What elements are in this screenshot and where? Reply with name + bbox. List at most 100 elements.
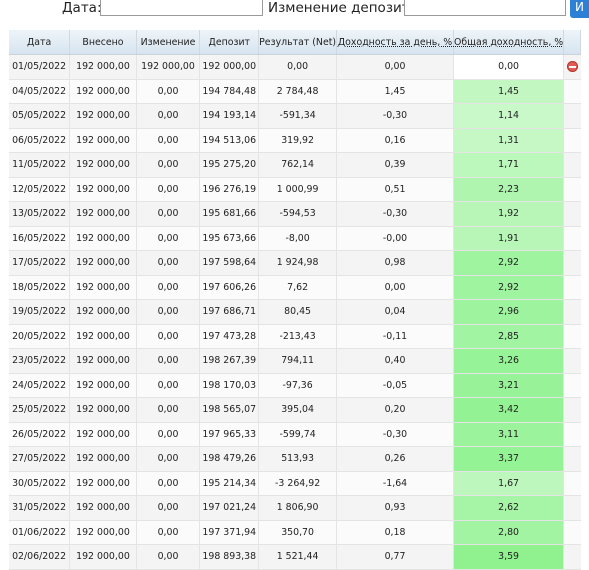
- daily-return-cell: 0,39: [336, 152, 454, 178]
- table-row: 25/05/2022 192 000,00 0,00 198 565,07 395,04…: [9, 397, 581, 423]
- col-header-change[interactable]: Изменение: [136, 30, 201, 55]
- deposit-cell: 197 473,28: [199, 324, 260, 349]
- deposited-cell: 192 000,00: [69, 250, 137, 276]
- table-row: 16/05/2022 192 000,00 0,00 195 673,66 -8,00-…: [9, 226, 581, 251]
- daily-return-cell: -1,64: [336, 471, 454, 496]
- date-cell: 31/05/2022: [9, 495, 71, 521]
- col-header-deposit[interactable]: Депозит: [199, 30, 260, 55]
- deposit-cell: 192 000,00: [199, 54, 260, 80]
- date-cell: 18/05/2022: [9, 275, 71, 300]
- row-actions-cell: [563, 373, 581, 398]
- date-cell: 01/05/2022: [9, 54, 71, 80]
- daily-return-cell: -0,30: [336, 422, 454, 447]
- deposit-cell: 195 214,34: [199, 471, 260, 496]
- col-header-daily-return[interactable]: Доходность за день, %: [336, 30, 454, 55]
- row-actions-cell: [563, 446, 581, 472]
- table-row: 20/05/2022 192 000,00 0,00 197 473,28 -213,4…: [9, 324, 581, 349]
- col-header-deposited[interactable]: Внесено: [69, 30, 137, 55]
- row-actions-cell: [563, 544, 581, 570]
- result-cell: 1 521,44: [258, 544, 338, 570]
- total-return-cell: 2,23: [453, 177, 565, 202]
- deposit-cell: 197 965,33: [199, 422, 260, 447]
- daily-return-cell: 0,16: [336, 128, 454, 153]
- total-return-header-label: Общая доходность, %: [453, 36, 564, 48]
- total-return-cell: 1,45: [453, 79, 565, 104]
- deposited-cell: 192 000,00: [69, 226, 137, 251]
- date-cell: 19/05/2022: [9, 299, 71, 325]
- result-cell: -599,74: [258, 422, 338, 447]
- table-row: 30/05/2022 192 000,00 0,00 195 214,34 -3 264…: [9, 471, 581, 496]
- deposit-cell: 194 193,14: [199, 103, 260, 129]
- col-header-total-return[interactable]: Общая доходность, %: [453, 30, 565, 55]
- deposit-cell: 197 371,94: [199, 520, 260, 545]
- result-cell: -3 264,92: [258, 471, 338, 496]
- total-return-cell: 2,92: [453, 275, 565, 300]
- deposited-cell: 192 000,00: [69, 471, 137, 496]
- row-actions-cell: [563, 520, 581, 545]
- change-cell: 0,00: [136, 103, 201, 129]
- daily-return-cell: 0,00: [336, 54, 454, 80]
- delete-icon[interactable]: [566, 61, 578, 73]
- deposit-change-input[interactable]: [404, 0, 566, 16]
- date-cell: 04/05/2022: [9, 79, 71, 104]
- date-cell: 05/05/2022: [9, 103, 71, 129]
- deposited-cell: 192 000,00: [69, 299, 137, 325]
- result-cell: -591,34: [258, 103, 338, 129]
- table-row: 31/05/2022 192 000,00 0,00 197 021,24 1 806,…: [9, 495, 581, 521]
- change-cell: 0,00: [136, 422, 201, 447]
- change-cell: 0,00: [136, 520, 201, 545]
- table-row: 23/05/2022 192 000,00 0,00 198 267,39 794,11…: [9, 348, 581, 374]
- deposited-cell: 192 000,00: [69, 324, 137, 349]
- daily-return-cell: 0,40: [336, 348, 454, 374]
- result-cell: 1 806,90: [258, 495, 338, 521]
- date-input[interactable]: [100, 0, 263, 16]
- deposited-cell: 192 000,00: [69, 79, 137, 104]
- change-cell: 0,00: [136, 299, 201, 325]
- date-cell: 25/05/2022: [9, 397, 71, 423]
- result-cell: -97,36: [258, 373, 338, 398]
- row-actions-cell: [563, 79, 581, 104]
- deposit-cell: 197 686,71: [199, 299, 260, 325]
- col-header-date[interactable]: Дата: [9, 30, 71, 55]
- deposit-cell: 195 275,20: [199, 152, 260, 178]
- change-cell: 0,00: [136, 373, 201, 398]
- change-cell: 0,00: [136, 471, 201, 496]
- deposited-cell: 192 000,00: [69, 495, 137, 521]
- daily-return-cell: 1,45: [336, 79, 454, 104]
- daily-return-cell: -0,30: [336, 103, 454, 129]
- total-return-cell: 3,11: [453, 422, 565, 447]
- total-return-cell: 1,67: [453, 471, 565, 496]
- deposit-cell: 198 565,07: [199, 397, 260, 423]
- deposit-change-label: Изменение депозита:: [268, 0, 423, 16]
- change-cell: 0,00: [136, 79, 201, 104]
- date-cell: 13/05/2022: [9, 201, 71, 227]
- daily-return-cell: 0,93: [336, 495, 454, 521]
- date-cell: 12/05/2022: [9, 177, 71, 202]
- table-header-row: Дата Внесено Изменение Депозит Результат…: [9, 30, 581, 55]
- deposit-cell: 198 893,38: [199, 544, 260, 570]
- table-row: 17/05/2022 192 000,00 0,00 197 598,64 1 924,…: [9, 250, 581, 276]
- deposit-cell: 196 276,19: [199, 177, 260, 202]
- table-row: 12/05/2022 192 000,00 0,00 196 276,19 1 000,…: [9, 177, 581, 202]
- date-cell: 20/05/2022: [9, 324, 71, 349]
- submit-button[interactable]: И: [570, 0, 589, 18]
- table-row: 04/05/2022 192 000,00 0,00 194 784,48 2 784,…: [9, 79, 581, 104]
- table-row: 13/05/2022 192 000,00 0,00 195 681,66 -594,5…: [9, 201, 581, 227]
- total-return-cell: 1,31: [453, 128, 565, 153]
- total-return-cell: 3,26: [453, 348, 565, 374]
- row-actions-cell: [563, 275, 581, 300]
- total-return-cell: 1,91: [453, 226, 565, 251]
- deposited-cell: 192 000,00: [69, 177, 137, 202]
- table-row: 11/05/2022 192 000,00 0,00 195 275,20 762,14…: [9, 152, 581, 178]
- deposited-cell: 192 000,00: [69, 103, 137, 129]
- date-cell: 26/05/2022: [9, 422, 71, 447]
- col-header-result[interactable]: Результат (Net): [258, 30, 338, 55]
- deposited-cell: 192 000,00: [69, 520, 137, 545]
- row-actions-cell: [563, 422, 581, 447]
- deposit-cell: 198 479,26: [199, 446, 260, 472]
- date-cell: 16/05/2022: [9, 226, 71, 251]
- deposited-cell: 192 000,00: [69, 373, 137, 398]
- result-cell: 2 784,48: [258, 79, 338, 104]
- result-cell: 319,92: [258, 128, 338, 153]
- deposit-cell: 195 681,66: [199, 201, 260, 227]
